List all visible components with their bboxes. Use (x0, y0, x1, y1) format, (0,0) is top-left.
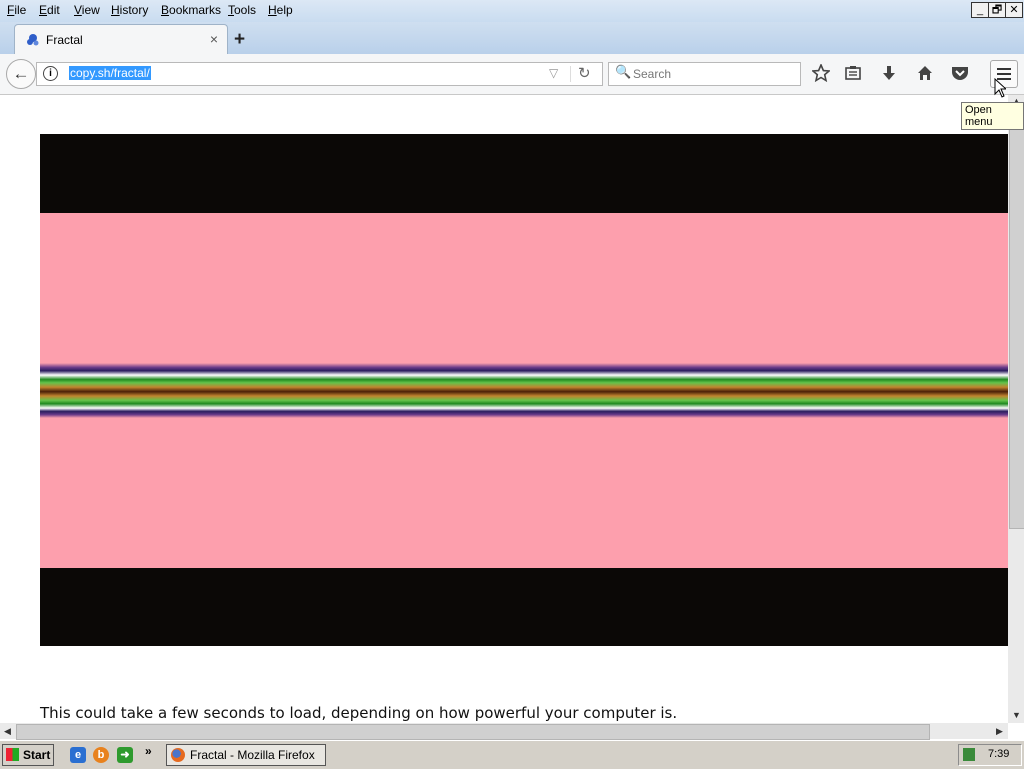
scroll-left-icon[interactable]: ◀ (4, 726, 11, 737)
fractal-canvas[interactable] (40, 134, 1008, 646)
firefox-icon (171, 748, 185, 762)
vertical-scrollbar[interactable]: ▲ ▼ (1008, 95, 1024, 723)
fractal-upper-region (40, 213, 1008, 363)
menu-bar: File Edit View History Bookmarks Tools H… (0, 0, 1024, 22)
menu-bookmarks[interactable]: Bookmarks (161, 3, 221, 17)
pocket-icon[interactable] (947, 60, 973, 86)
fractal-lower-region (40, 418, 1008, 568)
vertical-scroll-thumb[interactable] (1009, 107, 1024, 529)
minimize-button[interactable]: _ (971, 2, 989, 18)
fractal-color-band (40, 363, 1008, 418)
url-bar[interactable]: i copy.sh/fractal/ ▽ ↻ (36, 62, 603, 86)
quick-launch-more-icon[interactable]: » (145, 744, 152, 758)
download-icon[interactable] (876, 60, 902, 86)
menu-help[interactable]: Help (268, 3, 293, 17)
site-info-icon[interactable]: i (43, 66, 58, 81)
menu-view[interactable]: View (74, 3, 100, 17)
url-history-dropdown-icon[interactable]: ▽ (549, 66, 558, 80)
tab-title: Fractal (46, 33, 83, 47)
menu-file[interactable]: File (7, 3, 26, 17)
network-tray-icon[interactable] (963, 748, 975, 761)
menu-history[interactable]: History (111, 3, 148, 17)
loading-message: This could take a few seconds to load, d… (40, 704, 678, 722)
url-separator (570, 66, 571, 82)
url-text[interactable]: copy.sh/fractal/ (69, 66, 151, 80)
ie-icon[interactable]: e (70, 747, 86, 763)
new-tab-button[interactable]: + (234, 29, 245, 51)
fractal-favicon-icon (27, 34, 39, 46)
bookmark-star-icon[interactable] (808, 60, 834, 86)
back-button[interactable]: ← (6, 59, 36, 89)
search-icon: 🔍 (615, 64, 632, 79)
reload-icon[interactable]: ↻ (578, 64, 591, 82)
horizontal-scroll-thumb[interactable] (16, 724, 930, 740)
browser-icon[interactable]: b (93, 747, 109, 763)
restore-button[interactable]: 🗗 (988, 2, 1006, 18)
menu-edit[interactable]: Edit (39, 3, 60, 17)
tab-close-icon[interactable]: × (210, 31, 218, 47)
clock: 7:39 (988, 748, 1010, 760)
start-button[interactable]: Start (2, 744, 54, 766)
scroll-right-icon[interactable]: ▶ (996, 726, 1003, 737)
start-label: Start (23, 748, 51, 762)
menu-tools[interactable]: Tools (228, 3, 256, 17)
page-content: This could take a few seconds to load, d… (0, 95, 1008, 723)
mouse-cursor-icon (994, 78, 1006, 98)
search-placeholder: Search (633, 67, 672, 81)
nav-bar: ← i copy.sh/fractal/ ▽ ↻ 🔍 Search (0, 54, 1024, 95)
home-icon[interactable] (912, 60, 938, 86)
taskbar-task-label: Fractal - Mozilla Firefox (190, 748, 315, 762)
reading-list-icon[interactable] (840, 60, 866, 86)
close-window-button[interactable]: ✕ (1005, 2, 1023, 18)
tooltip: Open menu (961, 102, 1024, 130)
system-tray: 7:39 (958, 744, 1022, 766)
search-input[interactable]: 🔍 Search (608, 62, 801, 86)
green-arrow-icon[interactable]: ➜ (117, 747, 133, 763)
taskbar-firefox-button[interactable]: Fractal - Mozilla Firefox (166, 744, 326, 766)
horizontal-scrollbar[interactable]: ◀ ▶ (0, 723, 1008, 740)
tab-fractal[interactable]: Fractal × (14, 24, 228, 55)
scroll-down-icon[interactable]: ▼ (1012, 710, 1021, 720)
taskbar: Start e b ➜ » Fractal - Mozilla Firefox … (0, 740, 1024, 769)
windows-logo-icon (6, 748, 19, 761)
